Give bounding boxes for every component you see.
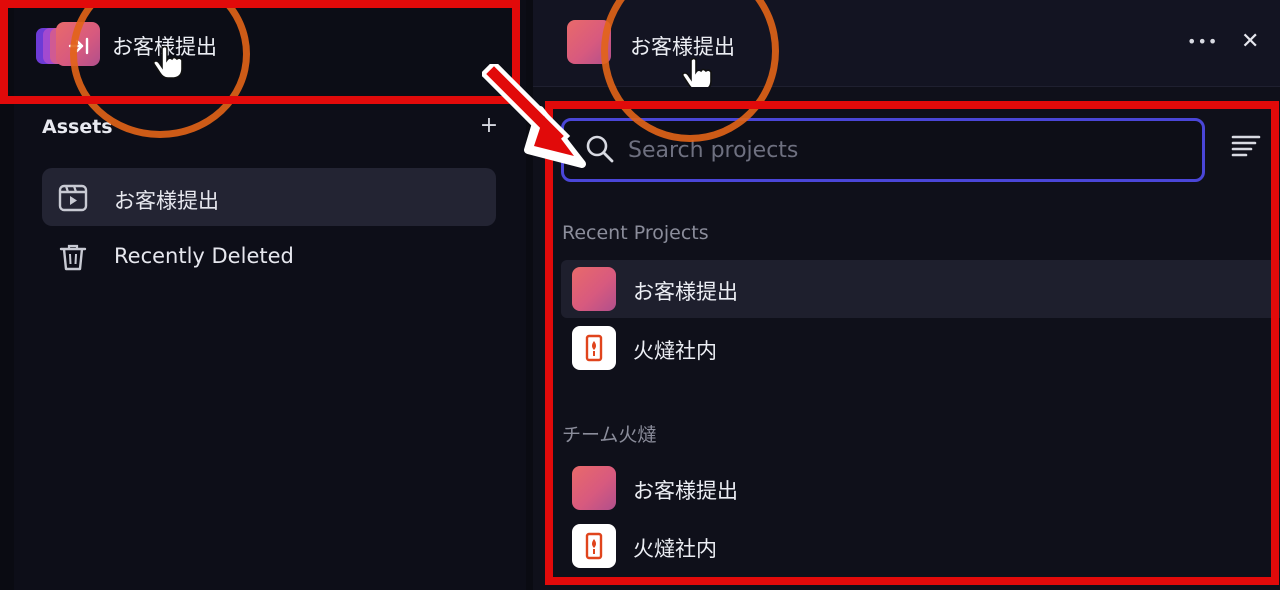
close-button[interactable]: ✕ [1241, 29, 1259, 54]
annotation-frame-project-list [545, 101, 1279, 585]
assets-heading: Assets [42, 116, 113, 138]
trash-icon [59, 244, 87, 271]
sidebar-item-recently-deleted[interactable]: Recently Deleted [42, 227, 496, 285]
sidebar-item-label: Recently Deleted [114, 244, 294, 268]
annotation-arrow-icon [482, 64, 586, 168]
project-folder-icon [58, 184, 88, 212]
sidebar-item-customer-submission[interactable]: お客様提出 [42, 168, 496, 226]
annotation-frame-workspace [0, 0, 520, 104]
more-options-button[interactable]: ••• [1187, 32, 1218, 51]
sidebar-item-label: お客様提出 [114, 189, 219, 213]
